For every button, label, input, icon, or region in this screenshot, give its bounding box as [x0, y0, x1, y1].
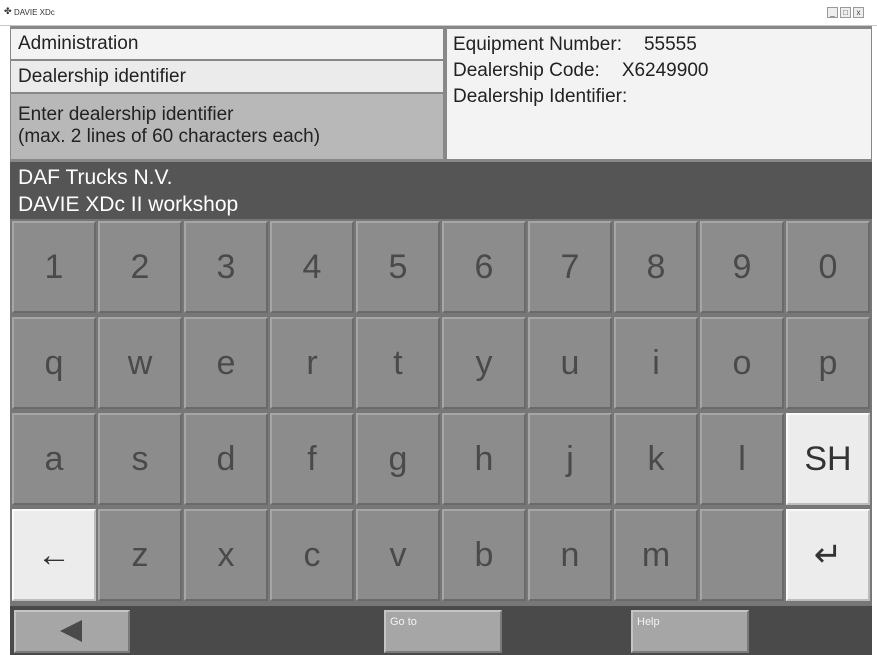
dealership-code-label: Dealership Code:	[453, 60, 600, 81]
close-button[interactable]: x	[853, 7, 864, 18]
key-k[interactable]: k	[614, 413, 698, 505]
key-g[interactable]: g	[356, 413, 440, 505]
maximize-button[interactable]: □	[840, 7, 851, 18]
info-panel: Equipment Number: 55555 Dealership Code: X…	[446, 28, 872, 160]
equipment-number-row: Equipment Number: 55555	[453, 32, 865, 58]
shift-key[interactable]: SH	[786, 413, 870, 505]
input-line-1: DAF Trucks N.V.	[18, 166, 173, 189]
key-h[interactable]: h	[442, 413, 526, 505]
dealership-identifier-input[interactable]: DAF Trucks N.V. DAVIE XDc II workshop	[10, 162, 872, 219]
window-titlebar: ✤ DAVIE XDc _ □ x	[0, 0, 877, 26]
goto-button[interactable]: Go to	[384, 610, 502, 653]
key-n[interactable]: n	[528, 509, 612, 601]
left-triangle-icon	[60, 620, 82, 642]
input-line-2: DAVIE XDc II workshop	[18, 193, 239, 216]
key-5[interactable]: 5	[356, 221, 440, 313]
key-r[interactable]: r	[270, 317, 354, 409]
key-4[interactable]: 4	[270, 221, 354, 313]
instruction-line-1: Enter dealership identifier	[18, 104, 234, 125]
window-title: DAVIE XDc	[14, 8, 55, 17]
key-y[interactable]: y	[442, 317, 526, 409]
enter-key[interactable]: ↵	[786, 509, 870, 601]
key-1[interactable]: 1	[12, 221, 96, 313]
instruction-text: Enter dealership identifier (max. 2 line…	[10, 93, 444, 160]
help-button[interactable]: Help	[631, 610, 749, 653]
key-7[interactable]: 7	[528, 221, 612, 313]
key-c[interactable]: c	[270, 509, 354, 601]
backspace-key[interactable]: ←	[12, 509, 96, 601]
key-p[interactable]: p	[786, 317, 870, 409]
key-l[interactable]: l	[700, 413, 784, 505]
key-u[interactable]: u	[528, 317, 612, 409]
key-a[interactable]: a	[12, 413, 96, 505]
minimize-button[interactable]: _	[827, 7, 838, 18]
key-b[interactable]: b	[442, 509, 526, 601]
dealership-identifier-row: Dealership Identifier:	[453, 84, 865, 110]
key-blank	[700, 509, 784, 601]
key-2[interactable]: 2	[98, 221, 182, 313]
goto-label: Go to	[390, 616, 417, 628]
key-3[interactable]: 3	[184, 221, 268, 313]
key-6[interactable]: 6	[442, 221, 526, 313]
help-label: Help	[637, 616, 660, 628]
key-j[interactable]: j	[528, 413, 612, 505]
dealership-identifier-label: Dealership Identifier:	[453, 86, 628, 107]
key-w[interactable]: w	[98, 317, 182, 409]
app-icon: ✤	[4, 6, 12, 16]
key-f[interactable]: f	[270, 413, 354, 505]
key-m[interactable]: m	[614, 509, 698, 601]
key-9[interactable]: 9	[700, 221, 784, 313]
back-button[interactable]	[14, 610, 130, 653]
equipment-number-label: Equipment Number:	[453, 34, 622, 55]
menu-panel: Administration Dealership identifier Ent…	[10, 28, 444, 160]
key-o[interactable]: o	[700, 317, 784, 409]
key-s[interactable]: s	[98, 413, 182, 505]
key-v[interactable]: v	[356, 509, 440, 601]
dealership-code-value: X6249900	[621, 60, 709, 81]
key-q[interactable]: q	[12, 317, 96, 409]
key-i[interactable]: i	[614, 317, 698, 409]
key-t[interactable]: t	[356, 317, 440, 409]
dealership-code-row: Dealership Code: X6249900	[453, 58, 865, 84]
instruction-line-2: (max. 2 lines of 60 characters each)	[18, 126, 321, 147]
key-x[interactable]: x	[184, 509, 268, 601]
equipment-number-value: 55555	[643, 34, 697, 55]
key-8[interactable]: 8	[614, 221, 698, 313]
key-e[interactable]: e	[184, 317, 268, 409]
key-z[interactable]: z	[98, 509, 182, 601]
key-d[interactable]: d	[184, 413, 268, 505]
key-0[interactable]: 0	[786, 221, 870, 313]
function-bar: Go to Help	[10, 606, 872, 655]
menu-item-administration[interactable]: Administration	[10, 28, 444, 60]
on-screen-keyboard: 1 2 3 4 5 6 7 8 9 0 q w e r t y u i o p …	[10, 219, 872, 606]
menu-item-dealership-identifier[interactable]: Dealership identifier	[10, 60, 444, 93]
